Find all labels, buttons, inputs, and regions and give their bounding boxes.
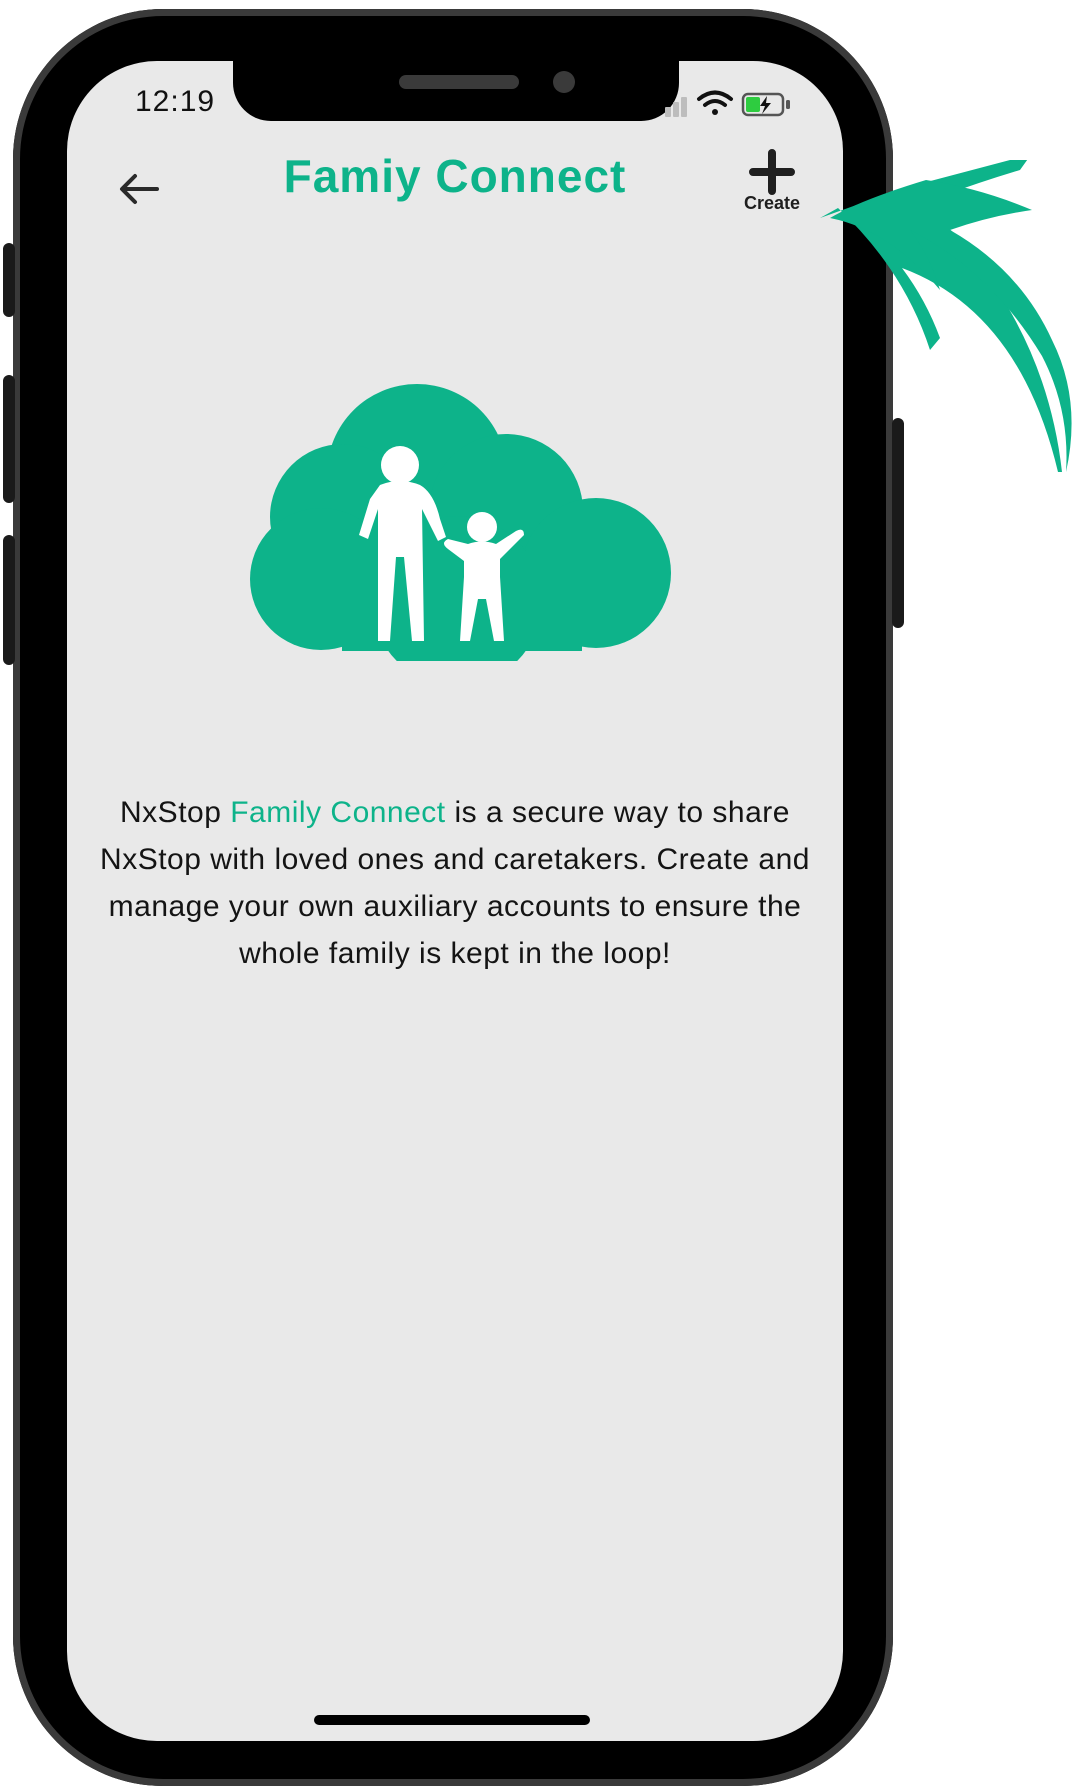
parent-child-cloud-icon xyxy=(250,384,671,661)
mute-switch xyxy=(3,243,15,317)
wifi-icon xyxy=(697,90,733,115)
front-camera xyxy=(553,71,575,93)
stage: 12:19 Famiy Connect Create NxStop Family… xyxy=(0,0,1077,1788)
status-icons xyxy=(665,90,790,117)
signal-icon xyxy=(665,97,687,117)
create-button[interactable]: Create xyxy=(732,149,812,229)
speaker-grille xyxy=(399,75,519,89)
volume-up-button xyxy=(3,375,15,503)
volume-down-button xyxy=(3,535,15,665)
curved-arrow-icon xyxy=(820,160,1072,472)
family-connect-highlight: Family Connect xyxy=(230,796,446,829)
description-prefix: NxStop xyxy=(120,796,231,829)
status-time: 12:19 xyxy=(135,85,216,118)
phone-screen: 12:19 Famiy Connect Create NxStop Family… xyxy=(67,61,843,1741)
home-indicator[interactable] xyxy=(314,1715,590,1725)
notch xyxy=(233,61,679,121)
plus-icon xyxy=(749,149,795,195)
battery-charging-icon xyxy=(741,92,790,117)
create-label: Create xyxy=(743,193,801,213)
arrow-left-icon xyxy=(120,174,159,204)
back-button[interactable] xyxy=(111,161,167,217)
intro-description: NxStop Family Connect is a secure way to… xyxy=(97,789,813,977)
page-title: Famiy Connect xyxy=(283,150,627,202)
